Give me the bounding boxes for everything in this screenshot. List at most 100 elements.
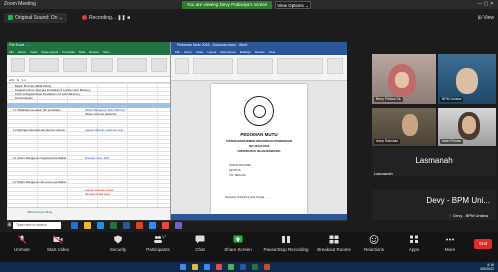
- excel-ribbon: [7, 55, 170, 77]
- breakout-rooms-button[interactable]: Breakout Rooms: [312, 235, 356, 252]
- cell[interactable]: Sistem informasi akademik...: [85, 113, 118, 116]
- zoom-window: Zoom Meeting You are viewing Devy Pratiw…: [0, 0, 498, 272]
- cell[interactable]: Kerjasama Mutu Lapangan Pendidikan & Lul…: [15, 89, 90, 92]
- system-clock[interactable]: 9:16 6/5/2022: [480, 263, 494, 271]
- start-video-button[interactable]: Start Video: [40, 235, 76, 252]
- font-group[interactable]: [193, 58, 233, 74]
- share-screen-label: Share Screen: [224, 247, 252, 252]
- styles-group[interactable]: [117, 58, 147, 72]
- original-sound-toggle[interactable]: Original Sound: On ⌄: [4, 13, 68, 23]
- doc-standard: ISO 21001:2018: [248, 144, 270, 148]
- share-screen-icon: [233, 235, 243, 243]
- cell[interactable]: Profil Lembaga/Lulusan Pendidikan Unit L…: [15, 93, 79, 96]
- pause-recording-icon: [282, 236, 290, 243]
- apps-label: Apps: [408, 247, 420, 252]
- paragraph-group[interactable]: [237, 58, 273, 74]
- cell[interactable]: Laporan evaluasi proses...: [85, 189, 115, 192]
- cell[interactable]: Bagian Bri Ansar (Wakil Dekan): [15, 85, 51, 88]
- participant-tile-lasmanah[interactable]: Lasmanah Lasmanah: [372, 148, 496, 176]
- share-screen-button[interactable]: Share Screen: [220, 235, 256, 252]
- file-explorer-icon[interactable]: [84, 222, 91, 229]
- end-meeting-button[interactable]: End: [474, 239, 492, 249]
- participant-face: [402, 114, 418, 136]
- word-ribbon: [171, 55, 347, 81]
- window-controls[interactable]: — ▢ ✕: [477, 1, 494, 7]
- cell[interactable]: Prosedur mutu, SOP...: [85, 157, 111, 160]
- unmute-button[interactable]: Unmute: [4, 235, 40, 252]
- participant-video[interactable]: Iwan Firman: [438, 108, 496, 146]
- styles-group[interactable]: [277, 58, 323, 74]
- folder-icon[interactable]: [192, 264, 198, 270]
- cell[interactable]: 1.2 Meninjau tata kelola dan laporan tah…: [13, 129, 67, 132]
- word-icon[interactable]: [240, 264, 246, 270]
- participant-tile-devy[interactable]: Devy - BPM Uni... ✕ Devy - BPM Unisba: [372, 190, 496, 220]
- participants-button[interactable]: Participants 17: [140, 235, 176, 252]
- cell[interactable]: Laporan tahunan, dokumen mutu...: [85, 129, 125, 132]
- cell[interactable]: Rencana tindak lanjut...: [85, 193, 112, 196]
- zoom-control-bar: Unmute Start Video Security Participants…: [0, 232, 498, 262]
- doc-title: PEDOMAN MUTU: [240, 132, 278, 137]
- participants-count: 17: [162, 235, 166, 239]
- zoom-icon[interactable]: [149, 222, 156, 229]
- windows-start-icon[interactable]: ⊞: [7, 222, 12, 229]
- number-group[interactable]: [91, 58, 113, 72]
- participant-name: Iwan Firman: [440, 139, 464, 144]
- start-icon[interactable]: [180, 264, 186, 270]
- cell[interactable]: 1.1 Melakukan pemetaan dan pendataan...: [13, 109, 62, 112]
- chat-button[interactable]: Chat: [182, 235, 218, 252]
- paste-icon[interactable]: [11, 58, 25, 72]
- cell[interactable]: Pemberdayaan: [15, 97, 33, 100]
- participant-video[interactable]: Asep Ramdan: [372, 108, 436, 146]
- table-header-row: [7, 103, 170, 108]
- word-titlebar: Pedoman Mutu 2018 - Dokumen.docx - Word: [171, 42, 347, 49]
- taskbar-search-input[interactable]: Type here to search: [13, 222, 61, 229]
- alignment-group[interactable]: [63, 58, 87, 72]
- task-view-icon[interactable]: [71, 222, 78, 229]
- recording-indicator[interactable]: Recording... ❚❚ ■: [82, 15, 130, 21]
- participant-name-label: Devy - BPM Unisba: [453, 213, 488, 218]
- smiley-icon: [369, 235, 379, 244]
- shared-windows-taskbar: ⊞ Type here to search: [7, 220, 347, 229]
- sheet-tab[interactable]: SDM Accept Filling: [27, 210, 52, 214]
- word-icon[interactable]: [123, 222, 130, 229]
- chrome-icon[interactable]: [162, 222, 169, 229]
- view-options-button[interactable]: View Options ⌄: [275, 1, 311, 9]
- excel-icon[interactable]: [110, 222, 117, 229]
- shield-icon: [114, 235, 122, 244]
- reactions-button[interactable]: Reactions: [356, 235, 392, 252]
- cell[interactable]: Sistem Manajemen Mutu dokumen...: [85, 109, 127, 112]
- taskbar-icons: [71, 222, 182, 229]
- more-dots-icon: [446, 238, 454, 241]
- zoom-icon[interactable]: [204, 264, 210, 270]
- pause-stop-recording-button[interactable]: Pause/Stop Recording: [262, 235, 310, 252]
- more-button[interactable]: More: [432, 235, 468, 252]
- view-layout-button[interactable]: ⊞ View: [478, 15, 494, 21]
- participant-display-name: Lasmanah: [415, 156, 453, 165]
- cell[interactable]: 2.1 Sistem Manajemen Organisasi Pendidik…: [13, 157, 66, 160]
- app-icon[interactable]: [228, 264, 234, 270]
- app-icon[interactable]: [175, 222, 182, 229]
- os-taskbar: 9:16 6/5/2022: [0, 262, 498, 272]
- participant-name: BPM Unisba: [440, 97, 464, 102]
- powerpoint-icon[interactable]: [264, 264, 270, 270]
- powerpoint-icon[interactable]: [136, 222, 143, 229]
- font-group[interactable]: [29, 58, 59, 72]
- recording-label: Recording...: [89, 15, 116, 21]
- excel-icon[interactable]: [252, 264, 258, 270]
- participant-video[interactable]: Beny Fitriani Sk.: [372, 54, 436, 104]
- document-page[interactable]: PEDOMAN MUTU SISTEM MANAJEMEN ORGANISASI…: [211, 84, 307, 214]
- participant-video[interactable]: BPM Unisba: [438, 54, 496, 104]
- cells-group[interactable]: [151, 58, 167, 72]
- clock-date: 6/5/2022: [480, 267, 494, 271]
- security-button[interactable]: Security: [100, 235, 136, 252]
- cell[interactable]: 2.2 Sistem Manajemen dan proses pendidik…: [13, 181, 66, 184]
- excel-window: File Excel - ... File Home Insert Page L…: [7, 42, 171, 220]
- apps-button[interactable]: Apps: [396, 235, 432, 252]
- meeting-topbar: Original Sound: On ⌄ Recording... ❚❚ ■ ⊞…: [0, 9, 498, 26]
- spreadsheet-grid[interactable]: Bagian Bri Ansar (Wakil Dekan) Kerjasama…: [7, 83, 170, 207]
- original-sound-label: Original Sound: On: [15, 15, 58, 21]
- editing-group[interactable]: [327, 58, 343, 74]
- clipboard-group[interactable]: [175, 58, 189, 74]
- edge-icon[interactable]: [97, 222, 104, 229]
- chrome-icon[interactable]: [216, 264, 222, 270]
